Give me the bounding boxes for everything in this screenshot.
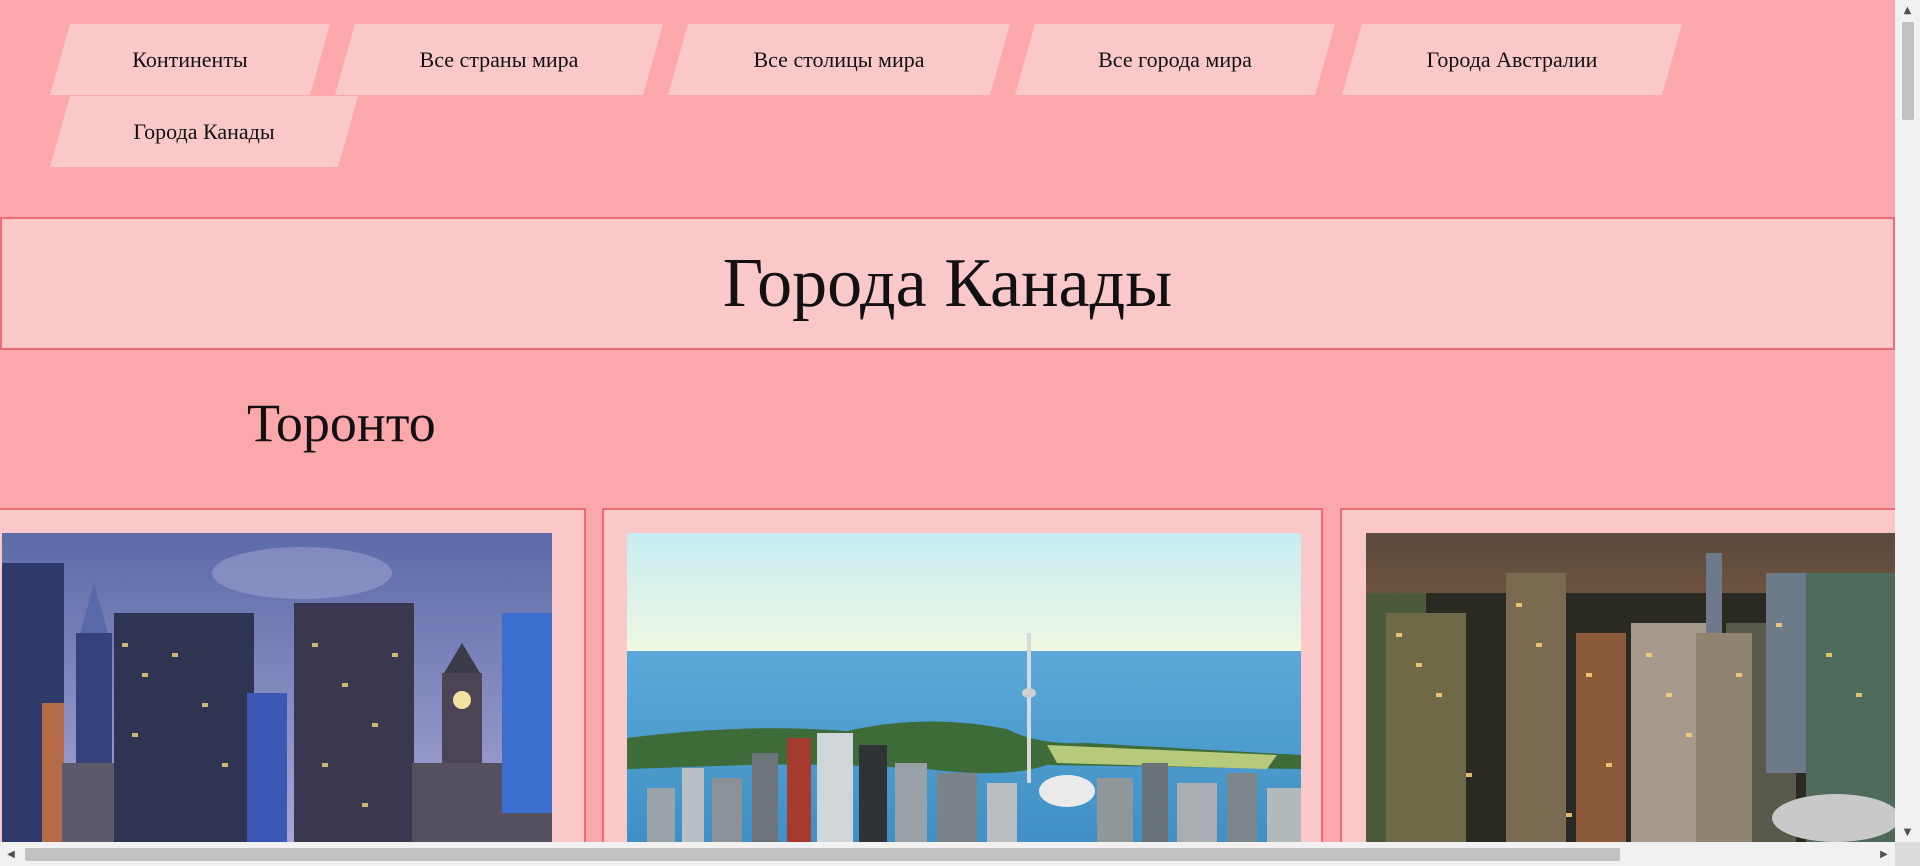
nav-item-label: Все столицы мира bbox=[753, 46, 925, 72]
photo-card bbox=[1340, 508, 1895, 842]
nav-item-all-capitals[interactable]: Все столицы мира bbox=[668, 24, 1010, 95]
top-navigation: Континенты Все страны мира Все столицы м… bbox=[0, 0, 1895, 200]
page-title: Города Канады bbox=[722, 244, 1173, 322]
chevron-up-icon[interactable]: ▲ bbox=[1895, 0, 1920, 20]
city-photo-downtown bbox=[2, 533, 552, 842]
photo-card bbox=[0, 508, 586, 842]
nav-item-all-countries[interactable]: Все страны мира bbox=[335, 24, 663, 95]
nav-item-australia-cities[interactable]: Города Австралии bbox=[1342, 24, 1682, 95]
horizontal-scrollbar[interactable]: ◀ ▶ bbox=[0, 842, 1895, 866]
chevron-down-icon[interactable]: ▼ bbox=[1895, 822, 1920, 842]
nav-item-label: Континенты bbox=[132, 46, 248, 72]
vertical-scrollbar-thumb[interactable] bbox=[1902, 22, 1914, 120]
city-photo-night bbox=[1366, 533, 1895, 842]
horizontal-scrollbar-thumb[interactable] bbox=[25, 848, 1620, 861]
nav-item-label: Все страны мира bbox=[419, 46, 579, 72]
nav-item-label: Все города мира bbox=[1098, 46, 1252, 72]
nav-item-canada-cities[interactable]: Города Канады bbox=[50, 96, 358, 167]
chevron-right-icon[interactable]: ▶ bbox=[1873, 842, 1895, 866]
nav-item-all-cities[interactable]: Все города мира bbox=[1015, 24, 1335, 95]
nav-item-label: Города Канады bbox=[133, 118, 275, 144]
nav-item-label: Города Австралии bbox=[1426, 46, 1598, 72]
city-heading: Торонто bbox=[247, 393, 436, 453]
nav-item-continents[interactable]: Континенты bbox=[50, 24, 330, 95]
page-header-banner: Города Канады bbox=[0, 217, 1895, 350]
photo-card bbox=[602, 508, 1323, 842]
vertical-scrollbar[interactable]: ▲ ▼ bbox=[1895, 0, 1920, 842]
city-photo-aerial bbox=[627, 533, 1301, 842]
chevron-left-icon[interactable]: ◀ bbox=[0, 842, 22, 866]
page-viewport: Континенты Все страны мира Все столицы м… bbox=[0, 0, 1895, 842]
scrollbar-corner bbox=[1895, 842, 1920, 866]
